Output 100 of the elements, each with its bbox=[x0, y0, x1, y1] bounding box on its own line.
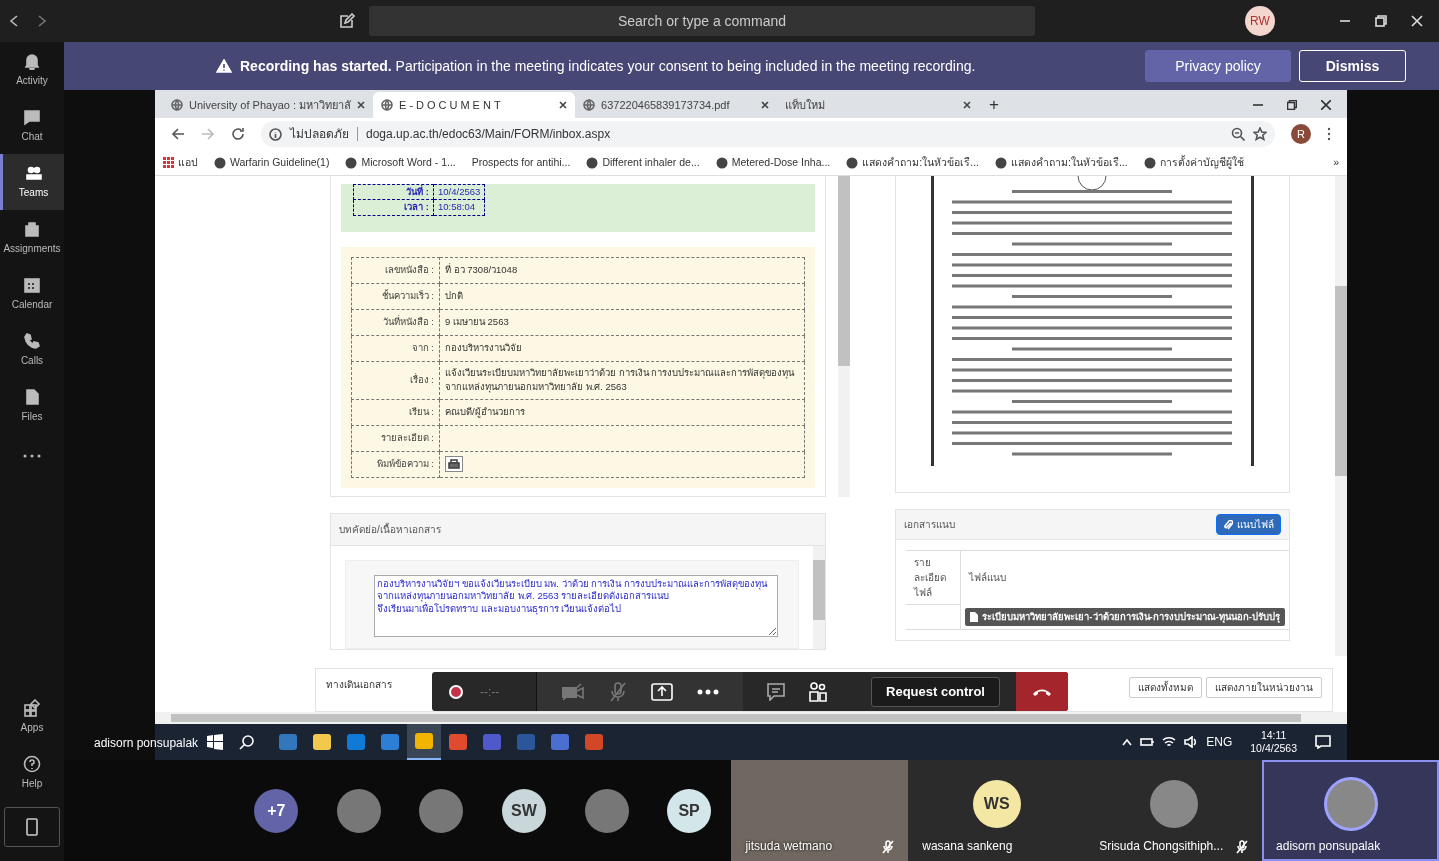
bookmark[interactable]: แอป bbox=[163, 154, 198, 171]
record-icon[interactable] bbox=[448, 683, 464, 700]
file-link[interactable]: ระเบียบมหาวิทยาลัยพะเยา-ว่าด้วยการเงิน-การงบประมาณ-ทุนนอก-ปรับปรุ bbox=[965, 607, 1285, 626]
zoom-icon[interactable] bbox=[1231, 127, 1245, 141]
device-button[interactable] bbox=[4, 807, 60, 847]
participants-icon[interactable] bbox=[809, 681, 827, 702]
browser-tab[interactable]: University of Phayao : มหาวิทยาลั bbox=[163, 92, 374, 118]
back-icon[interactable] bbox=[8, 14, 20, 28]
hang-up-button[interactable] bbox=[1016, 672, 1068, 711]
share-screen-icon[interactable] bbox=[651, 681, 673, 702]
bookmark[interactable]: Microsoft Word - 1... bbox=[345, 154, 456, 171]
taskbar-clock[interactable]: 14:11 10/4/2563 bbox=[1250, 728, 1297, 756]
filter-button[interactable]: แสดงทั้งหมด bbox=[1129, 677, 1202, 698]
field-label: เรียน : bbox=[351, 399, 440, 425]
browser-tab[interactable]: E-DOCUMENT bbox=[373, 92, 576, 118]
star-icon[interactable] bbox=[1253, 127, 1267, 141]
rail-item[interactable]: Assignments bbox=[0, 210, 64, 266]
field-label: พิมพ์ข้อความ : bbox=[351, 451, 440, 477]
card-header: บทคัดย่อ/เนื้อหาเอกสาร bbox=[331, 514, 825, 546]
rail-item[interactable]: Apps bbox=[0, 689, 64, 745]
chevron-up-icon[interactable] bbox=[1122, 738, 1133, 746]
rail-item[interactable]: Calendar bbox=[0, 266, 64, 322]
column-header: ไฟล์แนบ bbox=[960, 550, 1289, 605]
menu-icon[interactable] bbox=[1327, 127, 1331, 141]
compose-icon[interactable] bbox=[339, 13, 355, 29]
notification-icon[interactable] bbox=[1315, 735, 1331, 749]
participant-name: jitsuda wetmano bbox=[745, 838, 833, 855]
close-icon[interactable] bbox=[1321, 100, 1331, 110]
address-bar[interactable]: ไม่ปลอดภัย doga.up.ac.th/edoc63/Main/FORM/inbox.aspx bbox=[261, 121, 1275, 147]
field-label: เลขหนังสือ : bbox=[351, 257, 440, 284]
more-icon[interactable] bbox=[697, 688, 719, 695]
participant-tile[interactable]: Srisuda Chongsithiph... bbox=[1085, 760, 1263, 861]
scrollbar[interactable] bbox=[838, 176, 850, 497]
help-icon bbox=[23, 755, 41, 773]
speaker-icon[interactable] bbox=[1184, 736, 1199, 748]
receipt-label: วันที่ : bbox=[353, 184, 434, 200]
participant-tile[interactable]: jitsuda wetmano bbox=[731, 760, 909, 861]
new-tab-button[interactable]: + bbox=[979, 92, 1009, 118]
avatar[interactable]: RW bbox=[1245, 6, 1275, 36]
rail-item[interactable]: Help bbox=[0, 745, 64, 801]
chat-icon[interactable] bbox=[767, 682, 785, 701]
participant-name: Srisuda Chongsithiph... bbox=[1099, 838, 1224, 855]
wifi-icon[interactable] bbox=[1162, 736, 1177, 748]
receipt-label: เวลา : bbox=[353, 199, 434, 215]
bookmark[interactable]: Warfarin Guideline(1) bbox=[214, 154, 330, 171]
search-field[interactable]: Search or type a command bbox=[369, 6, 1035, 36]
abstract-field[interactable]: กองบริหารงานวิจัยฯ ขอแจ้งเวียนระเบียบ มพ. ว่าด้วย การเงิน การงบประมาณและการพัสดุของทุนจากแหล่งทุนภายนอกมหาวิทยาลัย พ.ศ. 2563 รายละเอียดดังเอกสารแนบ จึงเรียนมาเพื่อโปรดทราบ และมอบงานธุรการ เวียนแจ้งต่อไป bbox=[374, 575, 778, 637]
bookmark[interactable]: Prospects for antihi... bbox=[471, 154, 571, 171]
profile-avatar[interactable]: R bbox=[1291, 124, 1311, 144]
reload-icon[interactable] bbox=[231, 127, 245, 141]
microphone-off-icon[interactable] bbox=[609, 681, 627, 702]
scrollbar[interactable] bbox=[155, 712, 1347, 724]
scrollbar[interactable] bbox=[1335, 176, 1347, 656]
request-control-button[interactable]: Request control bbox=[871, 676, 1000, 707]
search-icon[interactable] bbox=[239, 734, 255, 750]
language-indicator[interactable]: ENG bbox=[1206, 733, 1233, 751]
windows-start-icon[interactable] bbox=[207, 734, 223, 750]
field-value: ปกติ bbox=[445, 290, 463, 302]
participant-tile[interactable]: WS wasana sankeng bbox=[908, 760, 1086, 861]
forward-icon[interactable] bbox=[36, 14, 48, 28]
more-participants-button[interactable]: +7 bbox=[254, 788, 299, 833]
scrollbar[interactable] bbox=[813, 546, 825, 649]
back-icon[interactable] bbox=[171, 127, 185, 141]
maximize-icon[interactable] bbox=[1375, 15, 1387, 27]
camera-off-icon[interactable] bbox=[561, 682, 585, 701]
more-bookmarks-button[interactable]: » bbox=[1333, 154, 1339, 171]
privacy-policy-button[interactable]: Privacy policy bbox=[1145, 50, 1291, 82]
paperclip-icon bbox=[1223, 519, 1233, 530]
print-button[interactable] bbox=[445, 456, 463, 472]
field-label: ชั้นความเร็ว : bbox=[351, 283, 440, 310]
bookmark[interactable]: Metered-Dose Inha... bbox=[715, 154, 831, 171]
card-title: เอกสารแนบ bbox=[904, 518, 955, 532]
bookmark[interactable]: Different inhaler de... bbox=[586, 154, 700, 171]
grid-icon bbox=[163, 157, 174, 168]
participant-name: adisorn ponsupalak bbox=[1276, 838, 1381, 855]
participant-name: wasana sankeng bbox=[922, 838, 1013, 855]
browser-tab[interactable]: 637220465839173734.pdf bbox=[575, 92, 778, 118]
participant-avatar[interactable]: SP bbox=[667, 788, 712, 833]
security-label: ไม่ปลอดภัย bbox=[290, 126, 349, 143]
rail-item[interactable]: Calls bbox=[0, 322, 64, 378]
filter-button[interactable]: แสดงภายในหน่วยงาน bbox=[1206, 677, 1322, 698]
dismiss-button[interactable]: Dismiss bbox=[1299, 50, 1406, 82]
battery-icon[interactable] bbox=[1140, 737, 1155, 747]
apps-icon bbox=[23, 699, 41, 717]
attach-file-button[interactable]: แนบไฟล์ bbox=[1216, 514, 1281, 535]
browser-tab[interactable]: แท็บใหม่ bbox=[777, 92, 980, 118]
bookmark[interactable]: การตั้งค่าบัญชีผู้ใช้ bbox=[1143, 154, 1244, 171]
mobile-phone-icon bbox=[26, 818, 38, 837]
presenter-name: adisorn ponsupalak bbox=[94, 735, 199, 752]
participant-tile[interactable]: adisorn ponsupalak bbox=[1262, 760, 1439, 861]
participant-avatar[interactable]: SW bbox=[501, 788, 546, 833]
restore-icon[interactable] bbox=[1287, 100, 1297, 110]
call-timer: --:-- bbox=[480, 683, 501, 701]
bookmark[interactable]: แสดงคำถาม:ในหัวข้อเรื... bbox=[846, 154, 979, 171]
rail-item[interactable]: Chat bbox=[0, 98, 64, 154]
rail-item[interactable]: Teams bbox=[0, 154, 64, 210]
taskbar-app[interactable] bbox=[407, 724, 441, 760]
rail-item[interactable]: Activity bbox=[0, 42, 64, 98]
rail-item[interactable]: Files bbox=[0, 378, 64, 434]
bookmark[interactable]: แสดงคำถาม:ในหัวข้อเรื... bbox=[994, 154, 1128, 171]
